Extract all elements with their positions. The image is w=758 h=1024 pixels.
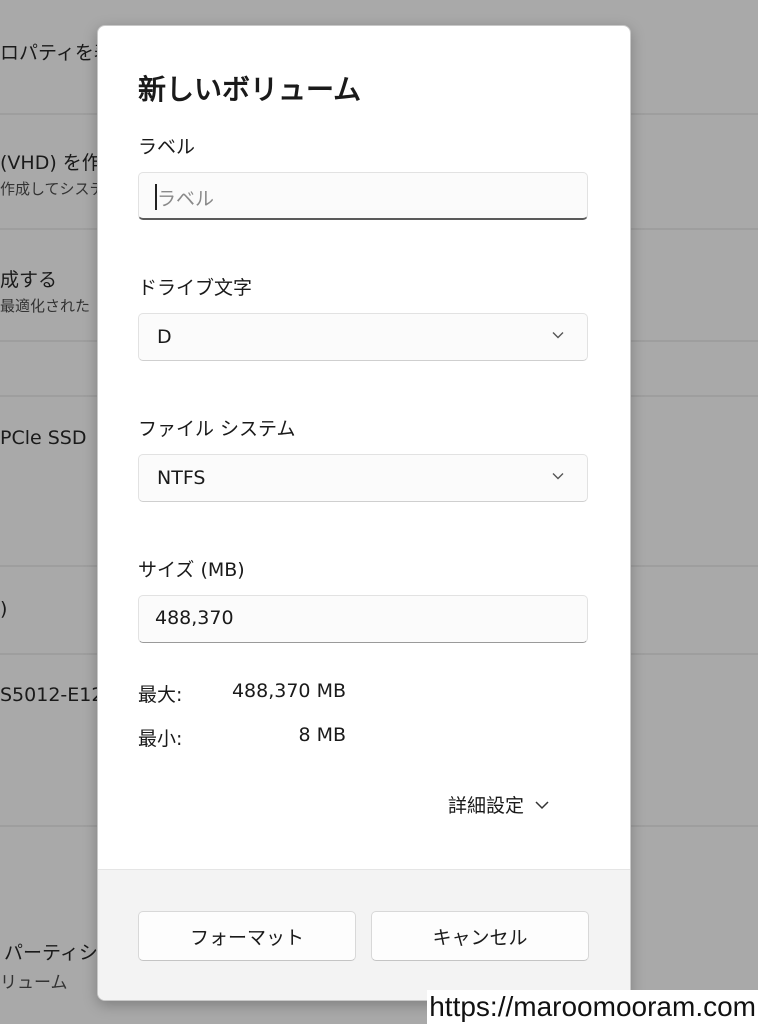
dialog-footer: フォーマット キャンセル (98, 869, 630, 1000)
chevron-down-icon (552, 473, 564, 480)
label-input-placeholder: ラベル (157, 188, 215, 210)
cancel-button[interactable]: キャンセル (371, 911, 589, 961)
file-system-label: ファイル システム (138, 418, 296, 440)
max-size-label: 最大: (138, 684, 183, 706)
bg-row-subtitle: 作成してシステ (0, 180, 105, 198)
size-input-value: 488,370 (155, 607, 234, 629)
watermark-url: https://maroomooram.com (427, 990, 758, 1024)
dialog-title: 新しいボリューム (138, 73, 362, 106)
label-field-label: ラベル (138, 136, 196, 158)
drive-letter-dropdown[interactable]: D (138, 313, 588, 361)
max-size-value: 488,370 MB (231, 680, 346, 702)
bg-row-subtitle: リューム (0, 973, 68, 993)
bg-row-title: PCle SSD (0, 427, 87, 449)
file-system-value: NTFS (157, 467, 206, 489)
advanced-settings-label: 詳細設定 (448, 795, 525, 817)
bg-row-title: 成する (0, 269, 58, 291)
bg-row-title: ロパティを表 (0, 42, 113, 64)
chevron-down-icon (552, 332, 564, 339)
format-button[interactable]: フォーマット (138, 911, 356, 961)
min-size-value: 8 MB (298, 724, 346, 746)
file-system-dropdown[interactable]: NTFS (138, 454, 588, 502)
bg-row-title: S5012-E12 (0, 684, 104, 706)
new-volume-dialog: 新しいボリューム ラベル ラベル ドライブ文字 D ファイル システム NTFS… (97, 25, 631, 1001)
bg-row-subtitle: 最適化された (0, 297, 91, 315)
bg-row-title: ) (0, 598, 8, 620)
size-label: サイズ (MB) (138, 559, 245, 581)
min-size-label: 最小: (138, 728, 183, 750)
advanced-settings-toggle[interactable]: 詳細設定 (448, 791, 550, 818)
chevron-down-icon (535, 800, 549, 809)
drive-letter-label: ドライブ文字 (138, 277, 253, 299)
drive-letter-value: D (157, 326, 172, 348)
bg-row-title: (VHD) を作 (0, 152, 101, 174)
label-input[interactable]: ラベル (138, 172, 588, 220)
size-input[interactable]: 488,370 (138, 595, 588, 643)
